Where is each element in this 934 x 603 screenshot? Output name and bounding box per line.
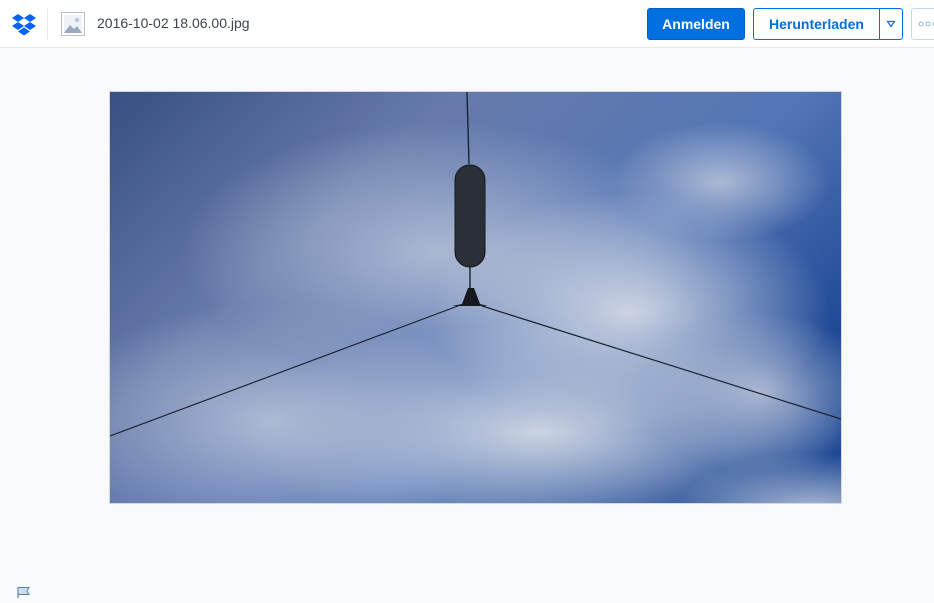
header-divider xyxy=(47,8,48,40)
download-menu-button[interactable] xyxy=(880,9,902,39)
dropbox-logo-icon[interactable] xyxy=(10,10,38,38)
photo-preview xyxy=(109,91,842,504)
file-name: 2016-10-02 18.06.00.jpg xyxy=(97,15,250,31)
download-button-group: Herunterladen xyxy=(753,8,903,40)
image-file-icon xyxy=(61,12,85,36)
top-bar: 2016-10-02 18.06.00.jpg Anmelden Herunte… xyxy=(0,0,934,48)
more-options-button[interactable] xyxy=(911,8,934,40)
more-options-icon xyxy=(918,21,934,27)
sign-in-button[interactable]: Anmelden xyxy=(647,8,745,40)
flag-icon[interactable] xyxy=(17,585,31,598)
download-button[interactable]: Herunterladen xyxy=(754,9,880,39)
triangle-down-icon xyxy=(886,20,896,28)
